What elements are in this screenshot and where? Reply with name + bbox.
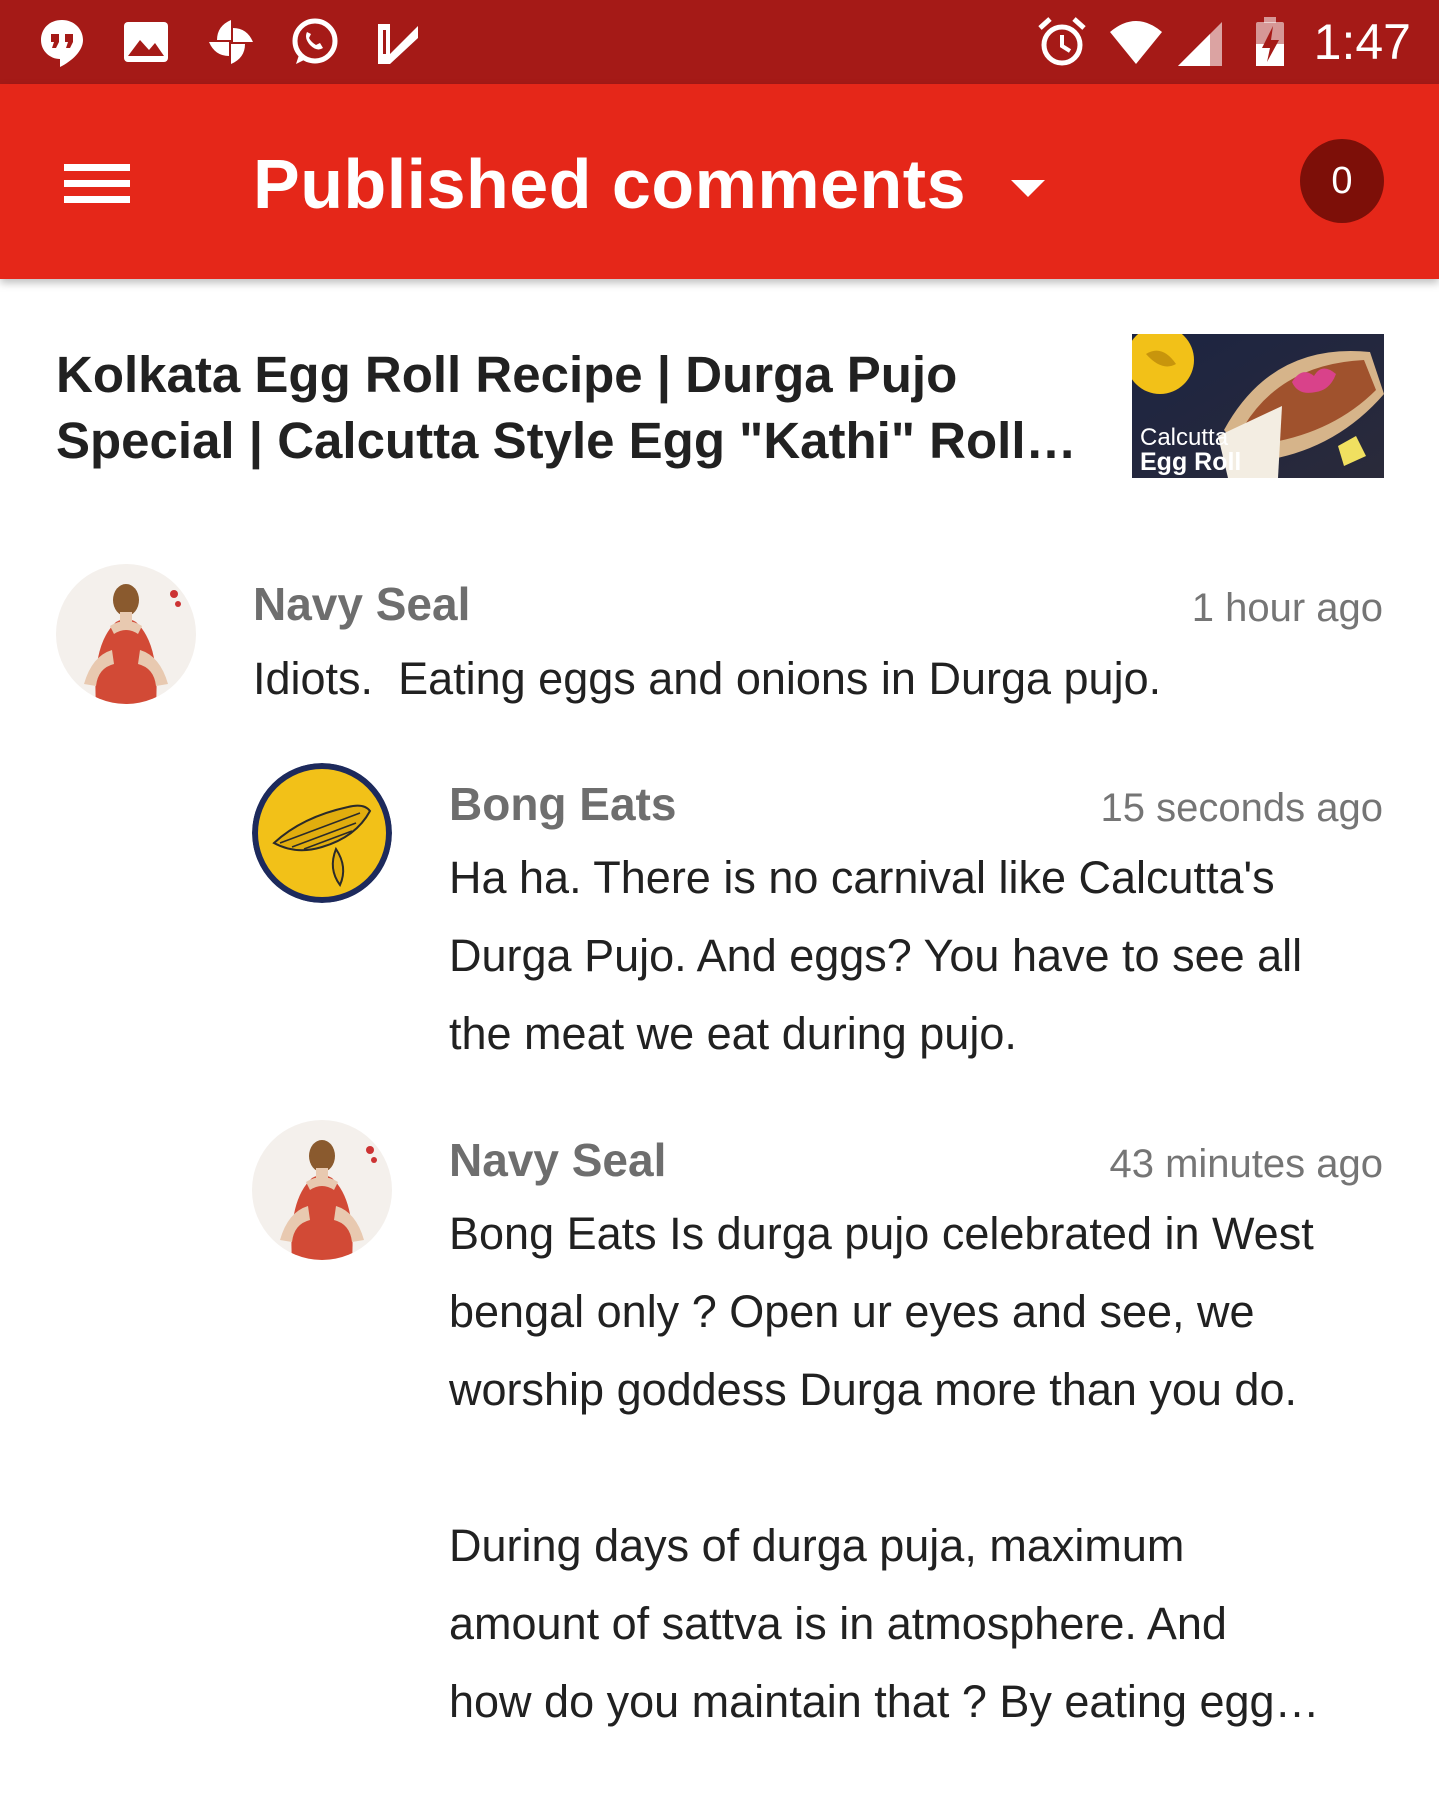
wifi-icon [1110, 21, 1162, 64]
pinwheel-icon [209, 20, 253, 64]
avatar[interactable] [56, 564, 196, 704]
hangouts-icon [41, 20, 83, 67]
video-thumbnail[interactable]: Calcutta Egg Roll [1132, 334, 1384, 478]
comment-time: 1 hour ago [1191, 586, 1383, 630]
comment-text: Idiots. Eating eggs and onions in Durga … [253, 653, 1162, 704]
thumbnail-caption-line2: Egg Roll [1140, 448, 1242, 476]
avatar-image [252, 1120, 392, 1260]
reply-author[interactable]: Navy Seal [449, 1132, 666, 1188]
hamburger-menu-icon[interactable] [50, 146, 142, 218]
status-bar: 1:47 [0, 0, 1439, 84]
reply-time: 43 minutes ago [1109, 1142, 1383, 1186]
dropdown-arrow-icon[interactable] [1003, 164, 1053, 214]
comment-author[interactable]: Navy Seal [253, 576, 470, 632]
reply-author[interactable]: Bong Eats [449, 776, 676, 832]
status-clock: 1:47 [1313, 14, 1411, 70]
channel-avatar-image [252, 763, 392, 903]
alarm-icon [1038, 17, 1086, 66]
page-title[interactable]: Published comments [253, 142, 966, 226]
thumbnail-caption-line1: Calcutta [1140, 424, 1229, 451]
battery-charging-icon [1256, 17, 1284, 66]
video-title[interactable]: Kolkata Egg Roll Recipe | Durga Pujo Spe… [56, 342, 1096, 474]
reply-time: 15 seconds ago [1100, 786, 1383, 830]
whatsapp-icon [292, 18, 338, 64]
app-bar: Published comments 0 [0, 84, 1439, 279]
avatar[interactable] [252, 1120, 392, 1260]
reply-text: Ha ha. There is no carnival like Calcutt… [449, 852, 1303, 1059]
thumbnail-caption: Calcutta Egg Roll [1140, 424, 1242, 476]
count-badge[interactable]: 0 [1300, 139, 1384, 223]
image-icon [124, 22, 168, 62]
avatar-image [56, 564, 196, 704]
checkmark-icon [378, 24, 418, 64]
cell-signal-icon [1178, 22, 1222, 66]
channel-avatar[interactable] [252, 763, 392, 903]
reply-text: Bong Eats Is durga pujo celebrated in We… [449, 1208, 1320, 1727]
